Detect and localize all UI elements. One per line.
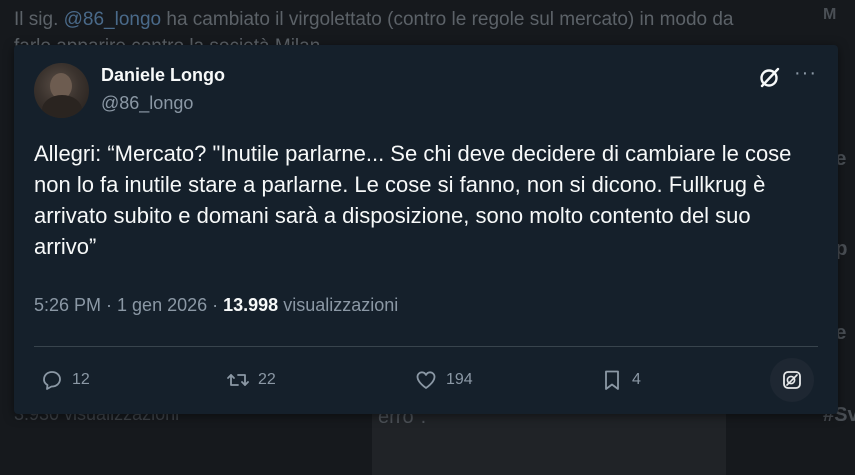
background-text-prefix: Il sig. xyxy=(14,9,64,30)
like-button[interactable]: 194 xyxy=(414,367,473,393)
background-fragment: M xyxy=(823,6,837,23)
retweet-count: 22 xyxy=(258,371,276,388)
author-handle[interactable]: @86_longo xyxy=(101,93,193,114)
views-count: 13.998 xyxy=(223,295,279,315)
bookmark-count: 4 xyxy=(632,371,641,388)
background-mention-link[interactable]: @86_longo xyxy=(64,9,161,30)
views-label: visualizzazioni xyxy=(278,295,399,315)
tweet-meta: 5:26 PM · 1 gen 2026 · 13.998 visualizza… xyxy=(34,295,398,316)
reply-icon xyxy=(43,371,61,390)
heart-icon xyxy=(416,371,436,389)
timestamp[interactable]: 5:26 PM · 1 gen 2026 · xyxy=(34,295,223,315)
x-grok-icon[interactable] xyxy=(758,65,782,89)
tweet-card[interactable]: Daniele Longo @86_longo ··· Allegri: “Me… xyxy=(14,45,838,414)
retweet-icon xyxy=(227,374,249,386)
more-icon[interactable]: ··· xyxy=(794,63,818,87)
avatar-body xyxy=(42,95,82,118)
avatar[interactable] xyxy=(34,63,89,118)
like-count: 194 xyxy=(446,371,473,388)
reply-count: 12 xyxy=(72,371,90,388)
grok-share-icon xyxy=(783,371,801,389)
retweet-button[interactable]: 22 xyxy=(226,367,276,393)
bookmark-icon xyxy=(605,370,619,390)
divider xyxy=(34,346,818,347)
bookmark-button[interactable]: 4 xyxy=(600,367,641,393)
grok-share-button[interactable] xyxy=(770,358,814,402)
reply-button[interactable]: 12 xyxy=(40,367,90,393)
author-name[interactable]: Daniele Longo xyxy=(101,65,225,86)
tweet-text: Allegri: “Mercato? "Inutile parlarne... … xyxy=(34,141,792,259)
